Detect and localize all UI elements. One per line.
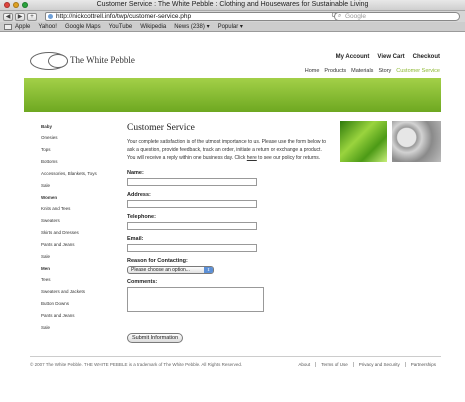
bookmark-popular[interactable]: Popular ▾: [218, 23, 243, 30]
sidebar-item[interactable]: Sale: [41, 254, 121, 260]
nav-story[interactable]: Story: [378, 68, 391, 74]
sidebar-item[interactable]: Pants and Jeans: [41, 313, 121, 319]
footer-link-privacy[interactable]: Privacy and Security: [352, 362, 405, 367]
bookmark-yahoo[interactable]: Yahoo!: [38, 24, 57, 30]
window-titlebar: Customer Service : The White Pebble : Cl…: [0, 0, 465, 11]
intro-text-end: to see our policy for returns.: [256, 155, 321, 161]
nav-products[interactable]: Products: [324, 68, 346, 74]
sidebar-item[interactable]: Skirts and Dresses: [41, 230, 121, 236]
forward-button[interactable]: ▶: [15, 12, 25, 21]
page-title: Customer Service: [127, 123, 195, 133]
telephone-field[interactable]: [127, 222, 257, 230]
sidebar-heading[interactable]: Women: [41, 195, 121, 200]
sidebar-item[interactable]: Onesies: [41, 135, 121, 141]
search-placeholder: Google: [345, 13, 366, 20]
reason-select-value: Please choose an option...: [131, 267, 190, 273]
sidebar-item[interactable]: Sale: [41, 183, 121, 189]
nav-home[interactable]: Home: [305, 68, 320, 74]
address-field[interactable]: [127, 200, 257, 208]
email-field[interactable]: [127, 244, 257, 252]
checkout-link[interactable]: Checkout: [413, 54, 440, 60]
sidebar-item[interactable]: Knits and Tees: [41, 206, 121, 212]
intro-text: Your complete satisfaction is of the utm…: [127, 138, 327, 162]
sidebar-item[interactable]: Sweaters: [41, 218, 121, 224]
sidebar-item[interactable]: Bottoms: [41, 159, 121, 165]
sidebar-item[interactable]: Pants and Jeans: [41, 242, 121, 248]
address-label: Address:: [127, 192, 151, 198]
footer-link-partnerships[interactable]: Partnerships: [404, 362, 441, 367]
back-button[interactable]: ◀: [3, 12, 13, 21]
view-cart-link[interactable]: View Cart: [377, 54, 404, 60]
sidebar-group-men: Men Tees Sweaters and Jackets Button Dow…: [41, 266, 121, 331]
browser-toolbar: ◀ ▶ + http://nickcottrell.info/twp/custo…: [0, 11, 465, 22]
grass-photo: [340, 121, 387, 162]
reason-select[interactable]: Please choose an option... ⇕: [127, 266, 214, 274]
bookmark-youtube[interactable]: YouTube: [109, 24, 133, 30]
header-green-band: [24, 78, 441, 112]
favicon-icon: [48, 14, 53, 19]
sidebar-heading[interactable]: Baby: [41, 124, 121, 129]
logo-pebble-small-icon: [48, 54, 68, 68]
reason-label: Reason for Contacting:: [127, 258, 188, 264]
sidebar-group-women: Women Knits and Tees Sweaters Skirts and…: [41, 195, 121, 260]
telephone-label: Telephone:: [127, 214, 156, 220]
bookmark-news[interactable]: News (238) ▾: [174, 23, 209, 30]
add-bookmark-button[interactable]: +: [27, 12, 37, 21]
category-sidebar: Baby Onesies Tops Bottoms Accessories, B…: [41, 124, 121, 337]
site-logo-text[interactable]: The White Pebble: [70, 55, 135, 65]
returns-policy-link[interactable]: here: [247, 155, 257, 161]
address-bar[interactable]: http://nickcottrell.info/twp/customer-se…: [45, 12, 340, 21]
nav-materials[interactable]: Materials: [351, 68, 373, 74]
footer-link-about[interactable]: About: [293, 362, 315, 367]
sidebar-item[interactable]: Sale: [41, 325, 121, 331]
bookmark-google-maps[interactable]: Google Maps: [65, 24, 101, 30]
my-account-link[interactable]: My Account: [336, 54, 370, 60]
main-nav: Home Products Materials Story Customer S…: [305, 68, 440, 74]
name-label: Name:: [127, 170, 144, 176]
account-links: My Account View Cart Checkout: [336, 54, 440, 60]
submit-information-button[interactable]: Submit Information: [127, 333, 184, 343]
email-label: Email:: [127, 236, 144, 242]
footer-link-terms[interactable]: Terms of Use: [315, 362, 353, 367]
comments-textarea[interactable]: [127, 287, 264, 312]
footer-divider: [30, 356, 441, 357]
sidebar-item[interactable]: Sweaters and Jackets: [41, 289, 121, 295]
bookmarks-book-icon[interactable]: [4, 23, 12, 30]
sidebar-item[interactable]: Accessories, Blankets, Toys: [41, 171, 121, 177]
comments-label: Comments:: [127, 279, 158, 285]
bookmarks-bar: Apple Yahoo! Google Maps YouTube Wikiped…: [0, 22, 465, 32]
name-field[interactable]: [127, 178, 257, 186]
nav-customer-service[interactable]: Customer Service: [396, 68, 440, 74]
search-icon: ⌕: [338, 13, 342, 19]
sidebar-item[interactable]: Tops: [41, 147, 121, 153]
select-arrows-icon: ⇕: [204, 267, 213, 273]
sidebar-heading[interactable]: Men: [41, 266, 121, 271]
main-content: Customer Service Your complete satisfact…: [127, 123, 327, 344]
bookmark-wikipedia[interactable]: Wikipedia: [140, 24, 166, 30]
pebbles-photo: [392, 121, 441, 162]
sidebar-group-baby: Baby Onesies Tops Bottoms Accessories, B…: [41, 124, 121, 189]
address-bar-url: http://nickcottrell.info/twp/customer-se…: [56, 13, 192, 20]
bookmark-apple[interactable]: Apple: [15, 24, 30, 30]
footer-nav: About Terms of Use Privacy and Security …: [293, 362, 441, 367]
copyright-text: © 2007 The White Pebble. THE WHITE PEBBL…: [30, 362, 243, 367]
search-field[interactable]: ⌕ Google: [334, 12, 460, 21]
window-title: Customer Service : The White Pebble : Cl…: [96, 1, 369, 8]
sidebar-item[interactable]: Tees: [41, 277, 121, 283]
sidebar-item[interactable]: Button Downs: [41, 301, 121, 307]
